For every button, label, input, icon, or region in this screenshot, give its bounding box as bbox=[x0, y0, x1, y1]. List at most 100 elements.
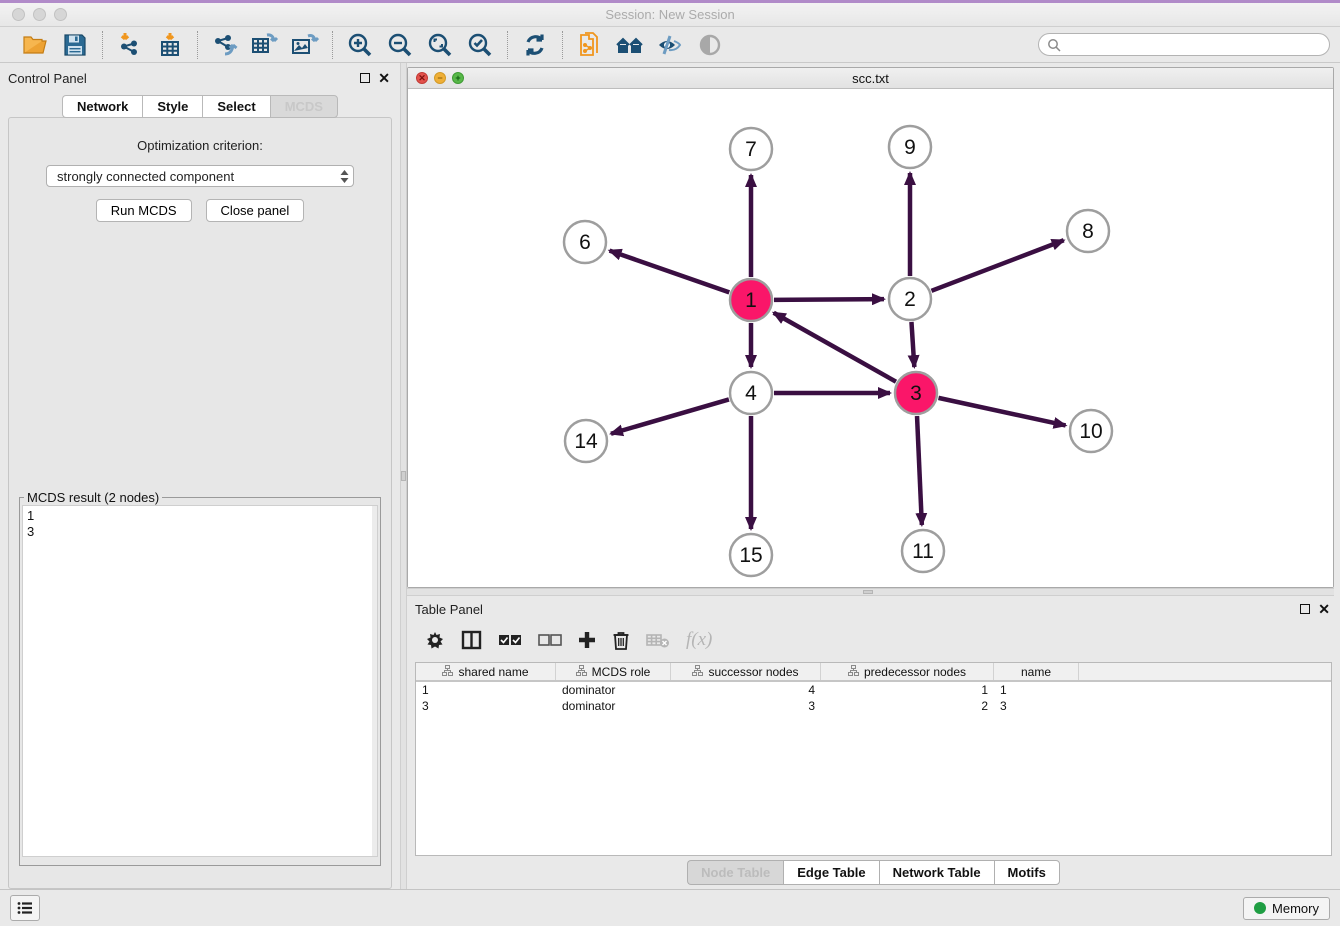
table-toolbar: f(x) bbox=[415, 620, 1332, 658]
tab-style[interactable]: Style bbox=[142, 95, 202, 118]
horizontal-splitter[interactable] bbox=[407, 588, 1334, 596]
panel-splitter[interactable] bbox=[400, 63, 407, 889]
column-header-name[interactable]: name bbox=[994, 663, 1079, 680]
zoom-in-icon[interactable] bbox=[345, 31, 375, 59]
close-panel-icon[interactable]: ✕ bbox=[378, 71, 390, 85]
graph-node-14[interactable]: 14 bbox=[565, 420, 607, 462]
delete-table-icon[interactable] bbox=[646, 631, 670, 649]
edge-1-6[interactable] bbox=[610, 251, 730, 293]
tab-network-table[interactable]: Network Table bbox=[879, 860, 994, 885]
memory-button[interactable]: Memory bbox=[1243, 897, 1330, 920]
table-tabs: Node TableEdge TableNetwork TableMotifs bbox=[687, 860, 1060, 885]
splitter-grip[interactable] bbox=[863, 590, 873, 594]
splitter-grip[interactable] bbox=[401, 471, 406, 481]
add-column-icon[interactable] bbox=[578, 631, 596, 649]
table-settings-icon[interactable] bbox=[425, 630, 445, 650]
list-icon bbox=[17, 901, 33, 915]
network-canvas[interactable]: 7 9 6 8 1 2 4 3 14 10 15 11 bbox=[408, 89, 1333, 587]
edge-1-2[interactable] bbox=[774, 299, 884, 300]
select-all-rows-icon[interactable] bbox=[498, 632, 522, 648]
import-table-icon[interactable] bbox=[155, 31, 185, 59]
import-network-icon[interactable] bbox=[115, 31, 145, 59]
edge-3-10[interactable] bbox=[938, 398, 1065, 426]
table-cell: dominator bbox=[556, 699, 671, 713]
result-scrollbar[interactable] bbox=[372, 506, 377, 856]
table-cell: 1 bbox=[416, 683, 556, 697]
graph-node-3[interactable]: 3 bbox=[895, 372, 937, 414]
hide-selected-icon[interactable] bbox=[655, 31, 685, 59]
open-session-icon[interactable] bbox=[20, 31, 50, 59]
export-image-icon[interactable] bbox=[290, 31, 320, 59]
edge-2-3[interactable] bbox=[911, 322, 914, 367]
tab-select[interactable]: Select bbox=[202, 95, 269, 118]
graph-node-8[interactable]: 8 bbox=[1067, 210, 1109, 252]
table-header-row: shared nameMCDS role successor nodes prede… bbox=[416, 663, 1331, 682]
toolbar-separator bbox=[102, 31, 103, 59]
window-titlebar: Session: New Session bbox=[0, 3, 1340, 27]
network-window-title: scc.txt bbox=[408, 71, 1333, 86]
column-header-shared-name[interactable]: shared name bbox=[416, 663, 556, 680]
mcds-result-text[interactable]: 13 bbox=[22, 505, 378, 857]
mcds-result-line: 1 bbox=[27, 508, 373, 524]
save-session-icon[interactable] bbox=[60, 31, 90, 59]
export-table-icon[interactable] bbox=[250, 31, 280, 59]
table-cell: 3 bbox=[671, 699, 821, 713]
show-columns-icon[interactable] bbox=[461, 630, 482, 650]
tab-network[interactable]: Network bbox=[62, 95, 142, 118]
tab-motifs[interactable]: Motifs bbox=[994, 860, 1060, 885]
column-label: name bbox=[1021, 665, 1051, 679]
column-header-successor-nodes[interactable]: successor nodes bbox=[671, 663, 821, 680]
graph-node-9[interactable]: 9 bbox=[889, 126, 931, 168]
show-hidden-icon[interactable] bbox=[695, 31, 725, 59]
tab-node-table[interactable]: Node Table bbox=[687, 860, 783, 885]
svg-text:11: 11 bbox=[912, 540, 934, 563]
function-builder-icon[interactable]: f(x) bbox=[686, 629, 712, 651]
table-row[interactable]: 1dominator411 bbox=[416, 682, 1331, 698]
close-panel-icon[interactable]: ✕ bbox=[1318, 602, 1330, 616]
graph-node-15[interactable]: 15 bbox=[730, 534, 772, 576]
graph-node-2[interactable]: 2 bbox=[889, 278, 931, 320]
graph-node-4[interactable]: 4 bbox=[730, 372, 772, 414]
search-input[interactable] bbox=[1066, 38, 1321, 52]
mcds-result-box: MCDS result (2 nodes) 13 bbox=[19, 490, 381, 866]
export-network-icon[interactable] bbox=[210, 31, 240, 59]
edge-4-14[interactable] bbox=[611, 399, 729, 433]
task-history-button[interactable] bbox=[10, 895, 40, 921]
apply-layout-icon[interactable] bbox=[520, 31, 550, 59]
float-panel-icon[interactable] bbox=[1300, 603, 1310, 616]
table-cell: 3 bbox=[416, 699, 556, 713]
graph-node-6[interactable]: 6 bbox=[564, 221, 606, 263]
tab-edge-table[interactable]: Edge Table bbox=[783, 860, 878, 885]
column-header-predecessor-nodes[interactable]: predecessor nodes bbox=[821, 663, 994, 680]
tab-mcds[interactable]: MCDS bbox=[270, 95, 338, 118]
table-cell: 4 bbox=[671, 683, 821, 697]
edge-3-11[interactable] bbox=[917, 416, 922, 525]
column-header-mcds-role[interactable]: MCDS role bbox=[556, 663, 671, 680]
graph-node-7[interactable]: 7 bbox=[730, 128, 772, 170]
duplicate-network-icon[interactable] bbox=[575, 31, 605, 59]
zoom-fit-icon[interactable] bbox=[425, 31, 455, 59]
show-all-networks-icon[interactable] bbox=[615, 31, 645, 59]
close-panel-button[interactable]: Close panel bbox=[206, 199, 305, 222]
run-mcds-button[interactable]: Run MCDS bbox=[96, 199, 192, 222]
delete-columns-icon[interactable] bbox=[612, 630, 630, 650]
edge-3-1[interactable] bbox=[774, 313, 896, 382]
table-row[interactable]: 3dominator323 bbox=[416, 698, 1331, 714]
criterion-dropdown[interactable]: strongly connected component bbox=[46, 165, 354, 187]
network-window-titlebar: ✕ − + scc.txt bbox=[408, 68, 1333, 89]
window-title: Session: New Session bbox=[0, 7, 1340, 22]
graph-node-10[interactable]: 10 bbox=[1070, 410, 1112, 452]
column-label: successor nodes bbox=[708, 665, 798, 679]
graph-node-1[interactable]: 1 bbox=[730, 279, 772, 321]
svg-text:7: 7 bbox=[745, 138, 757, 161]
zoom-selected-icon[interactable] bbox=[465, 31, 495, 59]
app-window: Session: New Session bbox=[0, 0, 1340, 926]
float-panel-icon[interactable] bbox=[360, 72, 370, 85]
table-cell: 1 bbox=[821, 683, 994, 697]
deselect-all-rows-icon[interactable] bbox=[538, 632, 562, 648]
edge-2-8[interactable] bbox=[931, 240, 1063, 291]
criterion-dropdown-value: strongly connected component bbox=[57, 169, 340, 184]
zoom-out-icon[interactable] bbox=[385, 31, 415, 59]
search-icon bbox=[1047, 38, 1061, 52]
graph-node-11[interactable]: 11 bbox=[902, 530, 944, 572]
